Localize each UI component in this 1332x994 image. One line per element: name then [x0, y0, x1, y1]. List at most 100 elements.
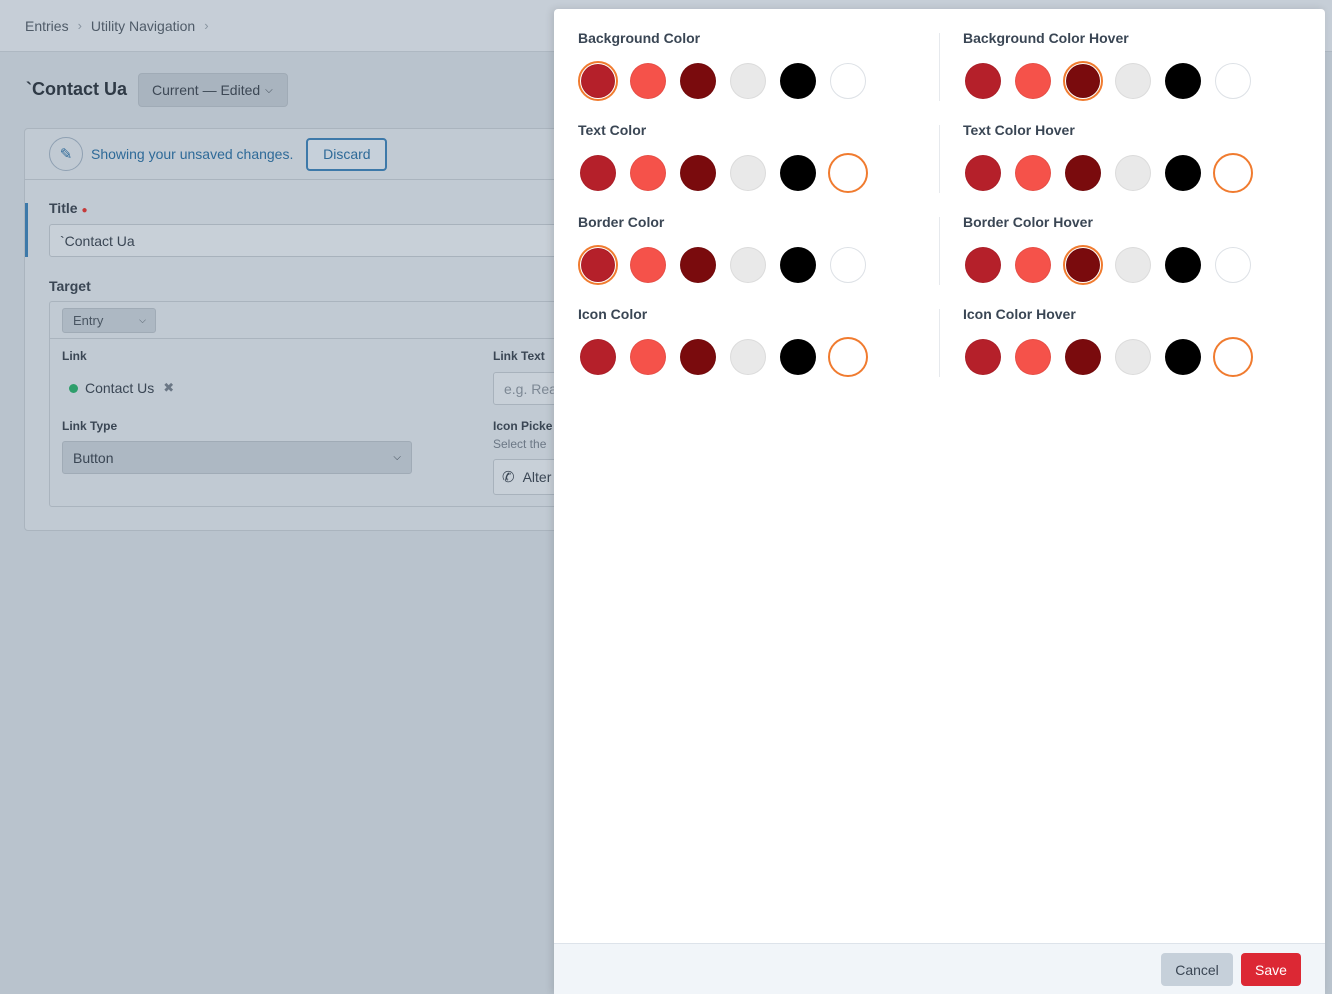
swatch-red[interactable] [578, 153, 618, 193]
background-color-swatches [578, 61, 878, 101]
column-divider [939, 33, 940, 101]
swatch-fill [630, 63, 666, 99]
chevron-down-icon: ⌵ [265, 84, 273, 96]
swatch-maroon[interactable] [678, 337, 718, 377]
unsaved-message: Showing your unsaved changes. [91, 146, 294, 162]
swatch-fill [580, 339, 616, 375]
swatch-maroon[interactable] [678, 61, 718, 101]
swatch-coral[interactable] [628, 61, 668, 101]
status-label: Current — Edited [152, 82, 261, 98]
icon-color-swatches [578, 337, 878, 377]
swatch-fill [1215, 247, 1251, 283]
column-divider [939, 309, 940, 377]
phone-icon: ✆ [502, 469, 515, 486]
swatch-coral[interactable] [628, 245, 668, 285]
title-label-text: Title [49, 200, 78, 216]
swatch-red[interactable] [963, 153, 1003, 193]
swatch-black[interactable] [778, 337, 818, 377]
background-color-hover-swatches [963, 61, 1263, 101]
swatch-fill [1065, 155, 1101, 191]
swatch-white[interactable] [1213, 153, 1253, 193]
swatch-white[interactable] [828, 337, 868, 377]
swatch-light-gray[interactable] [1113, 153, 1153, 193]
swatch-maroon[interactable] [1063, 337, 1103, 377]
field-focus-indicator [25, 203, 28, 257]
swatch-light-gray[interactable] [728, 245, 768, 285]
swatch-black[interactable] [1163, 61, 1203, 101]
swatch-light-gray[interactable] [728, 61, 768, 101]
swatch-fill [1165, 63, 1201, 99]
swatch-fill [1065, 339, 1101, 375]
swatch-maroon[interactable] [678, 153, 718, 193]
discard-button[interactable]: Discard [306, 137, 388, 171]
swatch-fill [1015, 247, 1051, 283]
swatch-fill [965, 63, 1001, 99]
link-type-select[interactable]: Button ⌵ [62, 441, 412, 474]
icon-picker-hint: Select the [493, 437, 547, 451]
swatch-fill [1115, 63, 1151, 99]
swatch-light-gray[interactable] [728, 337, 768, 377]
swatch-maroon[interactable] [678, 245, 718, 285]
swatch-coral[interactable] [1013, 245, 1053, 285]
swatch-coral[interactable] [1013, 61, 1053, 101]
remove-icon[interactable]: ✖ [163, 380, 174, 396]
swatch-fill [1216, 156, 1250, 190]
title-input[interactable]: `Contact Ua [49, 224, 589, 257]
status-dot-icon [69, 383, 78, 393]
swatch-black[interactable] [778, 61, 818, 101]
breadcrumb-utility-navigation[interactable]: Utility Navigation [91, 18, 195, 34]
swatch-maroon[interactable] [1063, 245, 1103, 285]
swatch-white[interactable] [828, 153, 868, 193]
target-type-select[interactable]: Entry ⌵ [62, 308, 156, 333]
breadcrumb-entries[interactable]: Entries [25, 18, 69, 34]
swatch-coral[interactable] [628, 153, 668, 193]
swatch-light-gray[interactable] [1113, 61, 1153, 101]
swatch-fill [1165, 247, 1201, 283]
swatch-fill [831, 340, 865, 374]
cancel-button[interactable]: Cancel [1161, 953, 1233, 986]
target-type-value: Entry [73, 313, 104, 328]
link-chip[interactable]: Contact Us ✖ [69, 380, 174, 396]
swatch-coral[interactable] [628, 337, 668, 377]
text-color-swatches [578, 153, 878, 193]
swatch-fill [1165, 155, 1201, 191]
swatch-light-gray[interactable] [1113, 337, 1153, 377]
swatch-fill [830, 247, 866, 283]
swatch-black[interactable] [1163, 245, 1203, 285]
swatch-white[interactable] [1213, 245, 1253, 285]
swatch-white[interactable] [828, 61, 868, 101]
swatch-maroon[interactable] [1063, 153, 1103, 193]
swatch-white[interactable] [1213, 61, 1253, 101]
swatch-black[interactable] [778, 153, 818, 193]
link-label: Link [62, 349, 87, 363]
swatch-red[interactable] [963, 61, 1003, 101]
swatch-coral[interactable] [1013, 153, 1053, 193]
swatch-fill [680, 247, 716, 283]
swatch-red[interactable] [578, 61, 618, 101]
link-chip-label: Contact Us [85, 380, 155, 396]
swatch-red[interactable] [578, 245, 618, 285]
swatch-fill [730, 247, 766, 283]
swatch-red[interactable] [963, 337, 1003, 377]
swatch-fill [1115, 247, 1151, 283]
swatch-red[interactable] [963, 245, 1003, 285]
swatch-black[interactable] [778, 245, 818, 285]
swatch-maroon[interactable] [1063, 61, 1103, 101]
swatch-coral[interactable] [1013, 337, 1053, 377]
status-dropdown[interactable]: Current — Edited ⌵ [138, 73, 288, 107]
swatch-light-gray[interactable] [1113, 245, 1153, 285]
swatch-fill [1015, 155, 1051, 191]
swatch-fill [780, 155, 816, 191]
background-color-hover-label: Background Color Hover [963, 30, 1129, 46]
swatch-black[interactable] [1163, 337, 1203, 377]
swatch-light-gray[interactable] [728, 153, 768, 193]
swatch-fill [965, 339, 1001, 375]
save-button[interactable]: Save [1241, 953, 1301, 986]
swatch-fill [1216, 340, 1250, 374]
swatch-white[interactable] [1213, 337, 1253, 377]
swatch-white[interactable] [828, 245, 868, 285]
swatch-black[interactable] [1163, 153, 1203, 193]
swatch-fill [1115, 155, 1151, 191]
swatch-red[interactable] [578, 337, 618, 377]
text-color-label: Text Color [578, 122, 647, 138]
